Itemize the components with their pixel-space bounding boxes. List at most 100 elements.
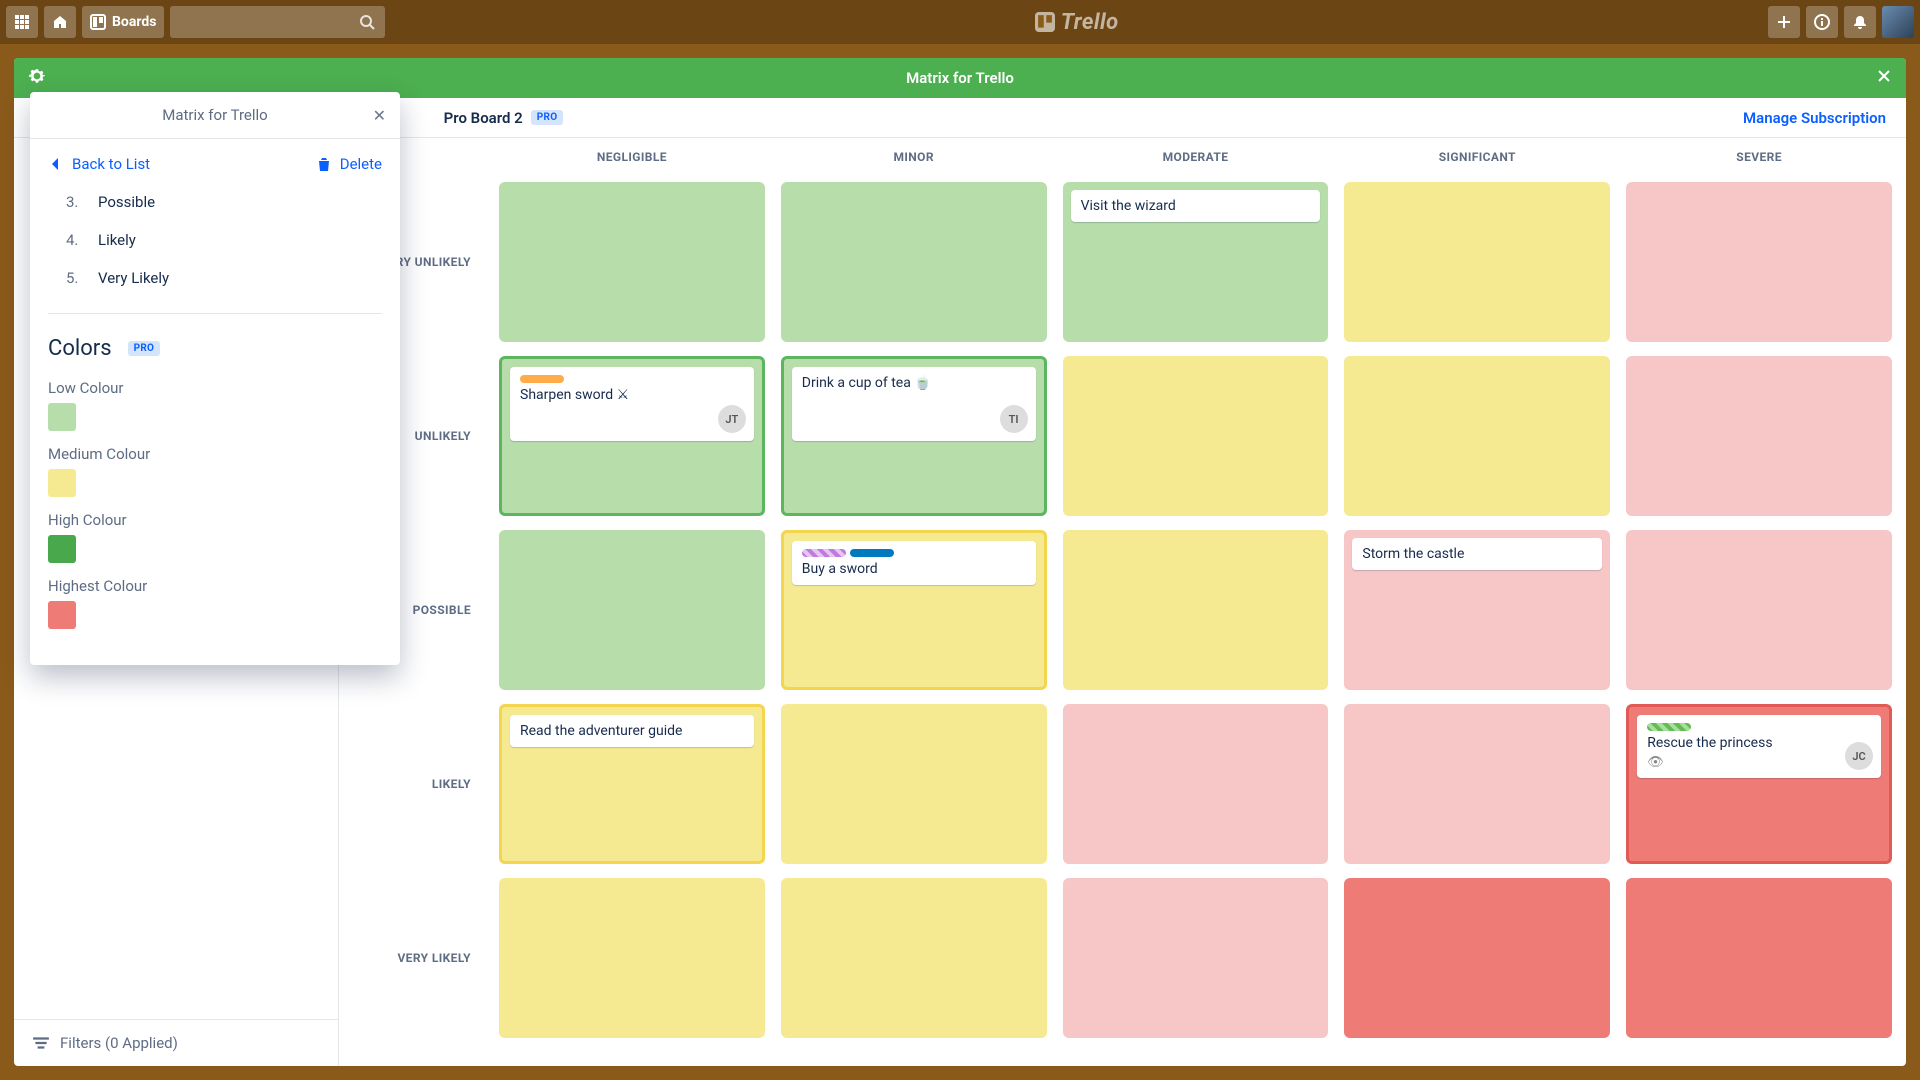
home-button[interactable] [44, 6, 76, 38]
color-row: High Colour [48, 511, 382, 563]
matrix-cell[interactable]: Visit the wizard [1063, 182, 1329, 342]
search-input[interactable] [170, 6, 385, 38]
col-header: SIGNIFICANT [1344, 138, 1610, 168]
color-swatch[interactable] [48, 535, 76, 563]
board-name[interactable]: Pro Board 2 [444, 109, 523, 127]
card[interactable]: Read the adventurer guide [510, 715, 754, 747]
add-button[interactable] [1768, 6, 1800, 38]
delete-label: Delete [340, 155, 382, 173]
popup-body: 3.Possible4.Likely5.Very Likely Colors P… [30, 183, 400, 665]
close-icon[interactable]: ✕ [373, 106, 386, 125]
matrix-cell[interactable] [1626, 356, 1892, 516]
col-header: NEGLIGIBLE [499, 138, 765, 168]
matrix-cell[interactable] [1063, 878, 1329, 1038]
pro-badge: PRO [531, 110, 564, 125]
card[interactable]: Buy a sword [792, 541, 1036, 585]
popup-header: Matrix for Trello ✕ [30, 92, 400, 139]
pro-badge: PRO [128, 341, 161, 356]
matrix-cell[interactable] [499, 182, 765, 342]
matrix-cell[interactable] [1344, 356, 1610, 516]
card[interactable]: Rescue the princess 👁JC [1637, 715, 1881, 778]
close-icon[interactable] [1876, 68, 1892, 88]
color-swatch[interactable] [48, 403, 76, 431]
likelihood-row[interactable]: 4.Likely [48, 221, 382, 259]
matrix-cell[interactable]: Read the adventurer guide [499, 704, 765, 864]
row-header: VERY LIKELY [353, 878, 483, 1038]
card-title: Read the adventurer guide [520, 723, 744, 739]
colors-section-title: Colors PRO [48, 336, 382, 361]
matrix-cell[interactable] [1063, 530, 1329, 690]
matrix-cell[interactable] [1063, 704, 1329, 864]
topnav: Boards Trello [0, 0, 1920, 44]
avatar[interactable] [1882, 6, 1914, 38]
card-label [802, 549, 846, 557]
card-label [850, 549, 894, 557]
matrix-cell[interactable] [1626, 182, 1892, 342]
boards-button[interactable]: Boards [82, 6, 164, 38]
matrix-cell[interactable] [1344, 704, 1610, 864]
back-to-list-link[interactable]: Back to List [48, 155, 150, 173]
matrix-cell[interactable]: Storm the castle [1344, 530, 1610, 690]
card-label [520, 375, 564, 383]
col-header: SEVERE [1626, 138, 1892, 168]
member-avatar[interactable]: JT [718, 405, 746, 433]
matrix-cell[interactable]: Buy a sword [781, 530, 1047, 690]
watch-icon: 👁 [1647, 755, 1871, 770]
col-header: MINOR [781, 138, 1047, 168]
card-title: Storm the castle [1362, 546, 1592, 562]
banner-title: Matrix for Trello [906, 69, 1014, 87]
matrix-cell[interactable] [1626, 878, 1892, 1038]
card-title: Rescue the princess [1647, 735, 1871, 751]
matrix-cell[interactable] [781, 182, 1047, 342]
card[interactable]: Storm the castle [1352, 538, 1602, 570]
color-row: Highest Colour [48, 577, 382, 629]
card-title: Visit the wizard [1081, 198, 1311, 214]
logo-text: Trello [1061, 10, 1119, 35]
matrix-cell[interactable] [1344, 182, 1610, 342]
trello-logo: Trello [1035, 10, 1119, 35]
matrix-cell[interactable] [499, 530, 765, 690]
row-header: LIKELY [353, 704, 483, 864]
card-title: Sharpen sword ⚔ [520, 387, 744, 403]
card-label [1647, 723, 1691, 731]
card[interactable]: Sharpen sword ⚔ JT [510, 367, 754, 441]
card-title: Drink a cup of tea 🍵 [802, 375, 1026, 391]
likelihood-row[interactable]: 5.Very Likely [48, 259, 382, 297]
settings-popup: Matrix for Trello ✕ Back to List Delete … [30, 92, 400, 665]
nav-right [1768, 6, 1914, 38]
filters-label: Filters (0 Applied) [60, 1034, 178, 1052]
matrix-cell[interactable] [1626, 530, 1892, 690]
matrix-cell[interactable] [499, 878, 765, 1038]
member-avatar[interactable]: TI [1000, 405, 1028, 433]
matrix-cell[interactable] [1344, 878, 1610, 1038]
card-title: Buy a sword [802, 561, 1026, 577]
notifications-button[interactable] [1844, 6, 1876, 38]
apps-button[interactable] [6, 6, 38, 38]
matrix-cell[interactable] [1063, 356, 1329, 516]
back-label: Back to List [72, 155, 150, 173]
col-header: MODERATE [1063, 138, 1329, 168]
matrix-cell[interactable]: Drink a cup of tea 🍵 TI [781, 356, 1047, 516]
color-row: Medium Colour [48, 445, 382, 497]
color-row: Low Colour [48, 379, 382, 431]
boards-label: Boards [112, 14, 156, 30]
matrix-cell[interactable]: Sharpen sword ⚔ JT [499, 356, 765, 516]
matrix-cell[interactable] [781, 704, 1047, 864]
delete-link[interactable]: Delete [316, 155, 382, 173]
color-swatch[interactable] [48, 601, 76, 629]
matrix-cell[interactable] [781, 878, 1047, 1038]
info-button[interactable] [1806, 6, 1838, 38]
card[interactable]: Visit the wizard [1071, 190, 1321, 222]
matrix-cell[interactable]: Rescue the princess 👁JC [1626, 704, 1892, 864]
member-avatar[interactable]: JC [1845, 742, 1873, 770]
filters-button[interactable]: Filters (0 Applied) [14, 1019, 338, 1066]
gear-icon[interactable] [28, 67, 46, 89]
color-swatch[interactable] [48, 469, 76, 497]
popup-title: Matrix for Trello [162, 106, 267, 124]
divider [48, 313, 382, 314]
nav-center: Trello [391, 10, 1762, 35]
card[interactable]: Drink a cup of tea 🍵 TI [792, 367, 1036, 441]
matrix: NEGLIGIBLE MINOR MODERATE SIGNIFICANT SEVERE… [339, 138, 1906, 1066]
likelihood-row[interactable]: 3.Possible [48, 183, 382, 221]
manage-subscription-link[interactable]: Manage Subscription [1743, 109, 1886, 127]
